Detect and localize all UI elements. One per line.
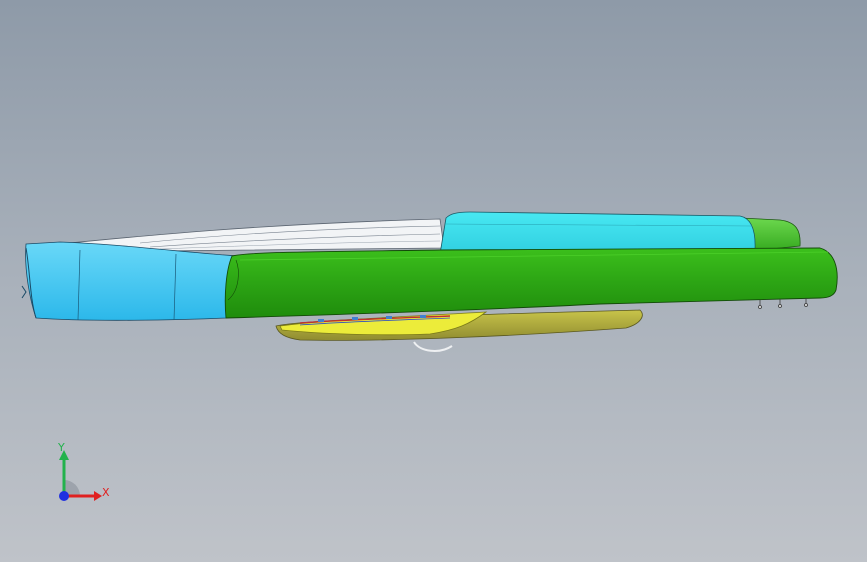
triad-axes [59,450,102,501]
orientation-triad: Y X [40,436,120,516]
cad-model[interactable] [0,0,867,562]
top-panel [439,211,756,255]
main-body[interactable] [224,247,838,319]
y-axis-label: Y [58,441,65,454]
z-axis-dot [59,491,69,501]
x-axis-label: X [102,486,110,499]
front-cover [25,241,239,321]
graphics-viewport[interactable]: Y X [0,0,867,562]
x-axis-arrow [94,491,102,501]
bottom-bracket [413,341,453,352]
